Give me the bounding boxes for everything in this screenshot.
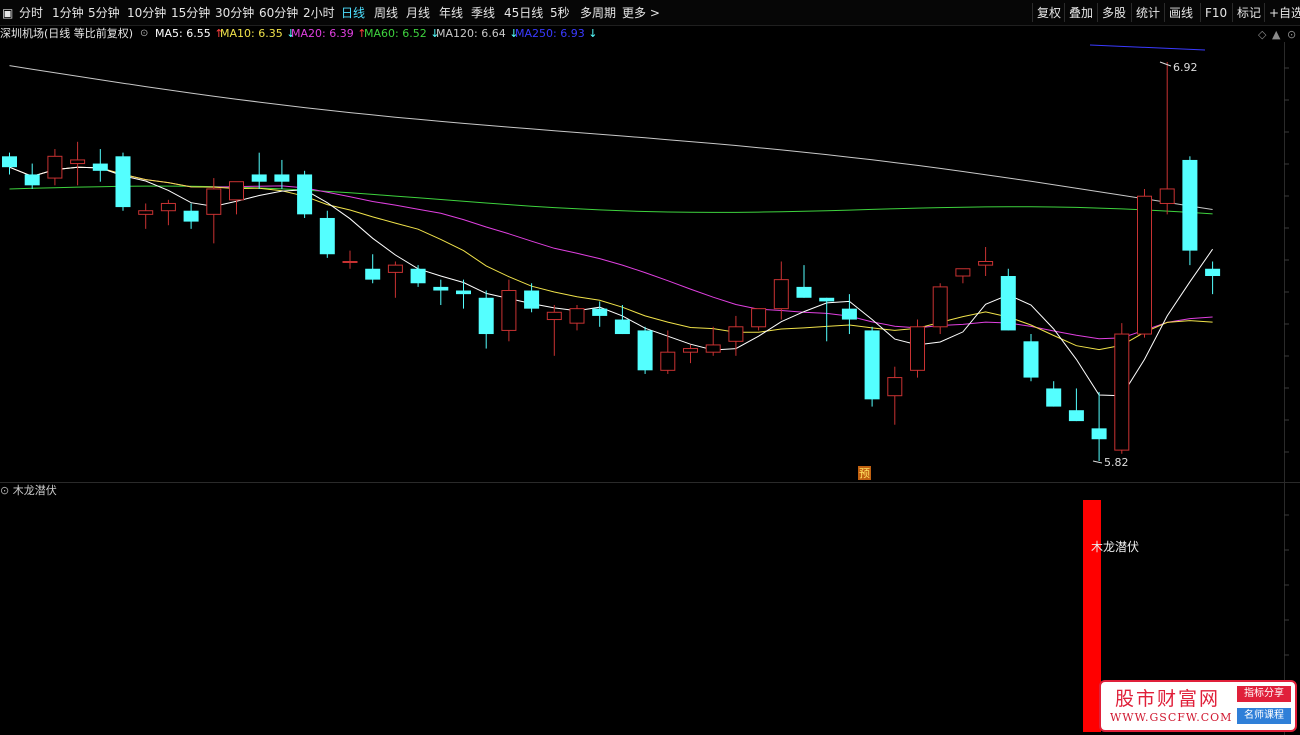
- candle-body: [683, 348, 698, 353]
- candle-body: [342, 261, 358, 263]
- candle-body: [910, 326, 925, 371]
- low-price-label: 5.82: [1104, 456, 1129, 469]
- candle-body: [319, 217, 335, 255]
- candle-body: [92, 163, 108, 171]
- candle-body: [274, 174, 290, 182]
- kline-chart[interactable]: 6.92 5.82 预木龙潜伏: [0, 0, 1300, 735]
- candle-body: [47, 155, 63, 179]
- candle-body: [1137, 195, 1152, 335]
- candle-body: [1046, 388, 1062, 407]
- candle-body: [955, 268, 971, 277]
- candle-body: [637, 330, 653, 371]
- watermark-tag-share: 指标分享: [1237, 686, 1291, 702]
- candle-body: [365, 268, 381, 280]
- candle-body: [115, 156, 131, 208]
- signal-label: 木龙潜伏: [1091, 540, 1139, 554]
- candle-body: [2, 156, 17, 168]
- ma60-line: [9, 185, 1213, 215]
- candle-body: [841, 308, 857, 320]
- forecast-marker: 预: [859, 467, 870, 480]
- candle-body: [183, 210, 199, 222]
- candle-body: [229, 181, 244, 201]
- watermark-title: 股市财富网: [1115, 688, 1221, 710]
- site-watermark: 股市财富网 WWW.GSCFW.COM 指标分享 名师课程: [1099, 680, 1297, 732]
- candle-body: [887, 377, 903, 397]
- candle-body: [705, 344, 721, 353]
- candle-body: [410, 268, 426, 284]
- candle-body: [70, 159, 86, 165]
- high-pointer: [1159, 61, 1172, 67]
- candle-body: [978, 261, 994, 266]
- candle-body: [524, 290, 540, 309]
- candle-body: [773, 279, 789, 310]
- candle-body: [1159, 188, 1175, 204]
- candle-body: [614, 319, 630, 335]
- candle-body: [24, 174, 40, 186]
- ma10-line: [9, 166, 1213, 351]
- candle-body: [138, 210, 154, 215]
- candle-body: [1091, 428, 1107, 440]
- candle-body: [569, 308, 585, 324]
- watermark-url: WWW.GSCFW.COM: [1110, 711, 1233, 724]
- candle-body: [297, 174, 313, 215]
- ma120-line: [9, 65, 1213, 210]
- candle-body: [1205, 268, 1221, 277]
- candle-body: [456, 290, 471, 295]
- candle-body: [160, 202, 176, 212]
- candle-body: [251, 174, 267, 182]
- candle-body: [1023, 341, 1039, 378]
- candle-body: [864, 330, 880, 400]
- candle-body: [1114, 333, 1130, 451]
- candle-body: [1068, 410, 1084, 422]
- candle-body: [660, 351, 676, 371]
- candle-body: [932, 286, 948, 328]
- candle-body: [501, 290, 517, 331]
- low-pointer: [1092, 460, 1103, 464]
- candle-body: [478, 297, 494, 335]
- candle-body: [1182, 159, 1198, 251]
- candle-body: [546, 311, 562, 321]
- candle-body: [206, 188, 222, 215]
- candle-body: [387, 264, 403, 273]
- watermark-tag-course: 名师课程: [1237, 708, 1291, 724]
- candle-body: [433, 286, 449, 291]
- high-price-label: 6.92: [1173, 61, 1198, 74]
- candle-body: [796, 286, 812, 298]
- candle-body: [819, 297, 835, 302]
- candle-body: [1000, 276, 1016, 331]
- candle-body: [592, 308, 608, 316]
- candle-body: [751, 308, 767, 328]
- ma20-line: [9, 166, 1213, 340]
- candle-body: [728, 326, 744, 342]
- ma250-line: [1089, 44, 1206, 51]
